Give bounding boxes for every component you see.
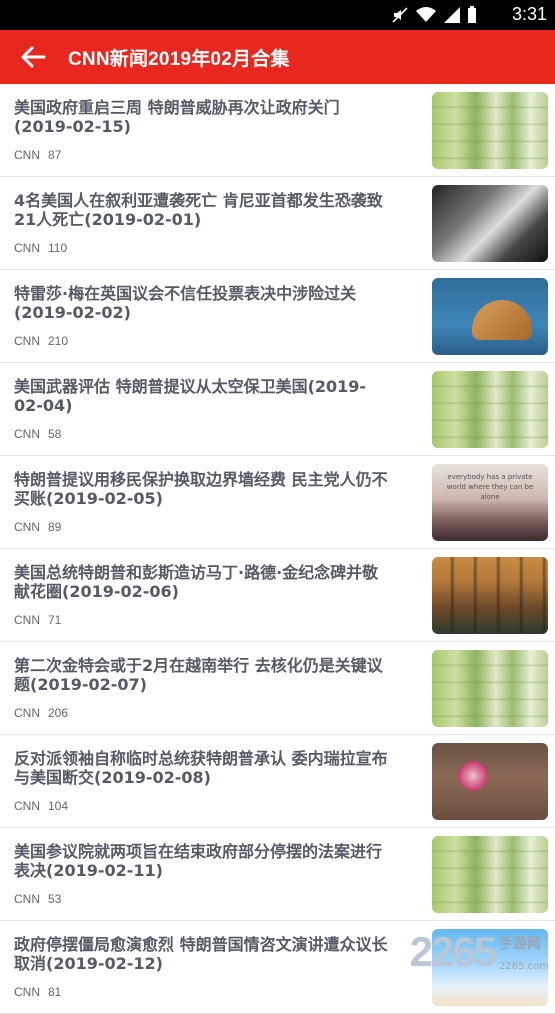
list-item[interactable]: 美国武器评估 特朗普提议从太空保卫美国(2019-02-04) CNN 58 <box>0 363 555 456</box>
item-meta: CNN 110 <box>14 241 75 255</box>
watermark-number: 2265 <box>409 928 497 975</box>
item-source: CNN <box>14 427 40 441</box>
site-watermark: 2265 手游网 2265.com <box>409 928 549 975</box>
item-source: CNN <box>14 334 40 348</box>
item-title: 美国政府重启三周 特朗普威胁再次让政府关门(2019-02-15) <box>14 98 340 136</box>
item-meta: CNN 104 <box>14 799 76 813</box>
item-thumbnail <box>432 371 548 448</box>
watermark-url: 2265.com <box>499 961 549 972</box>
item-source: CNN <box>14 985 40 999</box>
item-title: 美国参议院就两项旨在结束政府部分停摆的法案进行表决(2019-02-11) <box>14 842 383 880</box>
item-meta: CNN 81 <box>14 985 69 999</box>
item-source: CNN <box>14 892 40 906</box>
item-thumbnail: everybody has a private world where they… <box>432 464 548 541</box>
item-count: 206 <box>48 706 69 720</box>
item-title: 特朗普提议用移民保护换取边界墙经费 民主党人仍不买账(2019-02-05) <box>14 470 388 508</box>
item-thumbnail <box>432 836 548 913</box>
app-bar: CNN新闻2019年02月合集 <box>0 30 555 84</box>
page-title: CNN新闻2019年02月合集 <box>68 49 290 70</box>
item-thumbnail <box>432 743 548 820</box>
item-meta: CNN 206 <box>14 706 76 720</box>
item-source: CNN <box>14 799 40 813</box>
shoe-shape <box>472 300 532 340</box>
battery-icon <box>468 6 476 23</box>
mute-icon <box>392 7 408 23</box>
list-item[interactable]: 美国政府重启三周 特朗普威胁再次让政府关门(2019-02-15) CNN 87 <box>0 84 555 177</box>
item-thumbnail <box>432 185 548 262</box>
list-item[interactable]: 特朗普提议用移民保护换取边界墙经费 民主党人仍不买账(2019-02-05) C… <box>0 456 555 549</box>
back-arrow-icon <box>21 46 46 68</box>
item-meta: CNN 71 <box>14 613 69 627</box>
thumbnail-caption: everybody has a private world where they… <box>446 473 534 501</box>
back-button[interactable] <box>18 43 48 71</box>
item-meta: CNN 53 <box>14 892 69 906</box>
item-meta: CNN 87 <box>14 148 69 162</box>
item-count: 210 <box>48 334 69 348</box>
item-meta: CNN 210 <box>14 334 76 348</box>
item-count: 71 <box>48 613 62 627</box>
item-title: 特雷莎·梅在英国议会不信任投票表决中涉险过关(2019-02-02) <box>14 284 357 322</box>
list-item[interactable]: 第二次金特会或于2月在越南举行 去核化仍是关键议题(2019-02-07) CN… <box>0 642 555 735</box>
watermark-text: 手游网 2265.com <box>499 933 549 972</box>
status-icons <box>391 6 477 24</box>
list-item[interactable]: 美国参议院就两项旨在结束政府部分停摆的法案进行表决(2019-02-11) CN… <box>0 828 555 921</box>
list-item[interactable]: 特雷莎·梅在英国议会不信任投票表决中涉险过关(2019-02-02) CNN 21… <box>0 270 555 363</box>
item-source: CNN <box>14 613 40 627</box>
item-source: CNN <box>14 520 40 534</box>
item-title: 反对派领袖自称临时总统获特朗普承认 委内瑞拉宣布与美国断交(2019-02-08… <box>14 749 388 787</box>
item-title: 4名美国人在叙利亚遭袭死亡 肯尼亚首都发生恐袭致21人死亡(2019-02-01… <box>14 191 383 229</box>
item-title: 第二次金特会或于2月在越南举行 去核化仍是关键议题(2019-02-07) <box>14 656 383 694</box>
item-thumbnail <box>432 92 548 169</box>
status-bar: 3:31 <box>0 0 555 30</box>
item-title: 政府停摆僵局愈演愈烈 特朗普国情咨文演讲遭众议长取消(2019-02-12) <box>14 935 388 973</box>
list-item[interactable]: 反对派领袖自称临时总统获特朗普承认 委内瑞拉宣布与美国断交(2019-02-08… <box>0 735 555 828</box>
item-count: 110 <box>48 241 68 255</box>
item-meta: CNN 89 <box>14 520 69 534</box>
item-source: CNN <box>14 241 40 255</box>
item-count: 58 <box>48 427 62 441</box>
item-source: CNN <box>14 706 40 720</box>
item-count: 81 <box>48 985 62 999</box>
wifi-icon <box>416 7 436 22</box>
item-meta: CNN 58 <box>14 427 69 441</box>
status-time: 3:31 <box>511 4 547 24</box>
news-list: 美国政府重启三周 特朗普威胁再次让政府关门(2019-02-15) CNN 87 … <box>0 84 555 1014</box>
item-thumbnail <box>432 650 548 727</box>
watermark-cn: 手游网 <box>499 936 541 952</box>
item-thumbnail <box>432 557 548 634</box>
list-item[interactable]: 美国总统特朗普和彭斯造访马丁·路德·金纪念碑并敬献花圈(2019-02-06) … <box>0 549 555 642</box>
flower-shape <box>458 761 488 791</box>
list-item[interactable]: 4名美国人在叙利亚遭袭死亡 肯尼亚首都发生恐袭致21人死亡(2019-02-01… <box>0 177 555 270</box>
item-count: 104 <box>48 799 69 813</box>
item-title: 美国武器评估 特朗普提议从太空保卫美国(2019-02-04) <box>14 377 367 415</box>
item-title: 美国总统特朗普和彭斯造访马丁·路德·金纪念碑并敬献花圈(2019-02-06) <box>14 563 379 601</box>
item-count: 89 <box>48 520 62 534</box>
item-count: 53 <box>48 892 62 906</box>
item-thumbnail <box>432 278 548 355</box>
signal-icon <box>444 7 460 23</box>
item-source: CNN <box>14 148 40 162</box>
item-count: 87 <box>48 148 62 162</box>
